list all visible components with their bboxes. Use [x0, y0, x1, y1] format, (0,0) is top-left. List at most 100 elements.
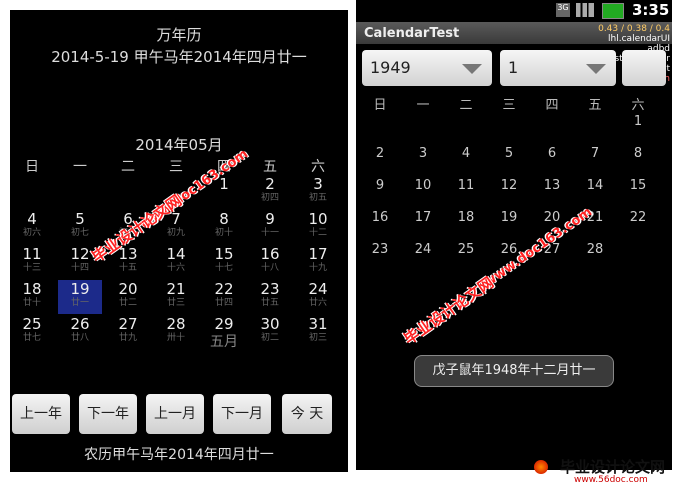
day-number: 23 — [260, 280, 280, 298]
year-spinner[interactable]: 1949 — [362, 50, 492, 86]
day-number: 26 — [70, 315, 90, 333]
day-cell[interactable]: 3 初五 — [296, 175, 340, 209]
day-cell[interactable]: 25 廿七 — [10, 315, 54, 349]
day-cell[interactable]: 28 — [575, 242, 615, 257]
weekday-label: 二 — [121, 159, 135, 175]
day-cell[interactable]: 2 — [360, 146, 400, 161]
day-cell[interactable]: 19 廿一 — [58, 280, 102, 314]
chevron-down-icon — [462, 64, 482, 74]
day-cell[interactable]: 9 — [360, 178, 400, 193]
today-lunar-line: 2014-5-19 甲午马年2014年四月廿一 — [51, 48, 307, 66]
lunar-day: 初四 — [260, 193, 279, 203]
lunar-day: 廿八 — [70, 333, 89, 343]
next-month-button[interactable]: 下一月 — [213, 394, 271, 434]
day-cell[interactable]: 8 — [618, 146, 658, 161]
prev-month-button[interactable]: 上一月 — [146, 394, 204, 434]
month-title: 2014年05月 — [135, 136, 223, 154]
day-number: 27 — [118, 315, 138, 333]
battery-icon — [602, 3, 624, 19]
day-number: 2 — [265, 175, 275, 193]
status-bar: 3G 3:35 — [356, 0, 672, 22]
weekday-label: 日 — [373, 98, 387, 113]
day-cell[interactable]: 23 — [360, 242, 400, 257]
day-cell[interactable]: 17 — [403, 210, 443, 225]
day-number: 28 — [166, 315, 186, 333]
lunar-day: 初三 — [308, 333, 327, 343]
day-number: 20 — [118, 280, 138, 298]
day-number: 19 — [70, 280, 90, 298]
lunar-day: 廿十 — [22, 298, 41, 308]
day-cell[interactable]: 1 — [618, 114, 658, 129]
month-spinner[interactable]: 1 — [500, 50, 616, 86]
lunar-day: 十二 — [308, 228, 327, 238]
day-cell[interactable]: 9 十一 — [248, 210, 292, 244]
lunar-day: 初五 — [308, 193, 327, 203]
calendar-screen-right: 3G 3:35 CalendarTest 0.43 / 0.38 / 0.4 l… — [356, 0, 672, 470]
lunar-day: 廿九 — [118, 333, 137, 343]
day-cell[interactable]: 31 初三 — [296, 315, 340, 349]
day-cell[interactable]: 19 — [489, 210, 529, 225]
day-cell[interactable]: 28 卅十 — [154, 315, 198, 349]
day-cell[interactable]: 2 初四 — [248, 175, 292, 209]
day-cell[interactable]: 8 初十 — [202, 210, 246, 244]
day-cell[interactable]: 12 — [489, 178, 529, 193]
day-cell[interactable]: 10 十二 — [296, 210, 340, 244]
next-year-button[interactable]: 下一年 — [79, 394, 137, 434]
day-cell[interactable]: 18 廿十 — [10, 280, 54, 314]
today-button[interactable]: 今 天 — [282, 394, 332, 434]
day-cell[interactable]: 22 廿四 — [202, 280, 246, 314]
day-cell[interactable]: 30 初二 — [248, 315, 292, 349]
lunar-day: 十三 — [22, 263, 41, 273]
day-cell[interactable]: 16 十八 — [248, 245, 292, 279]
day-cell[interactable]: 23 廿五 — [248, 280, 292, 314]
day-cell[interactable]: 11 — [446, 178, 486, 193]
lunar-footer: 农历甲午马年2014年四月廿一 — [84, 447, 274, 463]
day-number: 17 — [308, 245, 328, 263]
day-cell[interactable]: 17 十九 — [296, 245, 340, 279]
day-cell[interactable]: 10 — [403, 178, 443, 193]
weekday-label: 五 — [263, 159, 277, 175]
day-cell[interactable]: 13 — [532, 178, 572, 193]
day-cell[interactable]: 21 廿三 — [154, 280, 198, 314]
weekday-label: 四 — [545, 98, 559, 113]
day-cell[interactable]: 24 — [403, 242, 443, 257]
day-cell[interactable]: 29 五月 — [202, 315, 246, 350]
day-cell[interactable]: 11 十三 — [10, 245, 54, 279]
app-title: 万年历 — [156, 26, 202, 44]
day-cell[interactable]: 27 廿九 — [106, 315, 150, 349]
lunar-day: 廿五 — [260, 298, 279, 308]
day-cell[interactable]: 22 — [618, 210, 658, 225]
day-cell[interactable]: 4 — [446, 146, 486, 161]
day-cell[interactable]: 7 — [575, 146, 615, 161]
day-number: 18 — [22, 280, 42, 298]
lunar-day: 初六 — [22, 228, 41, 238]
day-spinner[interactable] — [622, 50, 666, 86]
day-number: 8 — [219, 210, 229, 228]
day-number: 16 — [260, 245, 280, 263]
day-number: 29 — [214, 315, 234, 333]
day-cell[interactable]: 14 十六 — [154, 245, 198, 279]
day-cell[interactable]: 5 — [489, 146, 529, 161]
day-cell[interactable]: 14 — [575, 178, 615, 193]
day-number: 25 — [22, 315, 42, 333]
lunar-day: 十一 — [260, 228, 279, 238]
day-cell[interactable]: 18 — [446, 210, 486, 225]
day-cell[interactable]: 5 初七 — [58, 210, 102, 244]
weekday-label: 五 — [588, 98, 602, 113]
prev-year-button[interactable]: 上一年 — [12, 394, 70, 434]
day-cell[interactable]: 15 — [618, 178, 658, 193]
day-cell[interactable]: 4 初六 — [10, 210, 54, 244]
day-number: 24 — [308, 280, 328, 298]
day-cell[interactable]: 15 十七 — [202, 245, 246, 279]
day-cell[interactable]: 3 — [403, 146, 443, 161]
day-number: 4 — [27, 210, 37, 228]
day-cell[interactable]: 26 廿八 — [58, 315, 102, 349]
day-number: 14 — [166, 245, 186, 263]
day-cell[interactable]: 6 — [532, 146, 572, 161]
day-cell[interactable]: 20 廿二 — [106, 280, 150, 314]
day-cell[interactable]: 25 — [446, 242, 486, 257]
lunar-day: 十四 — [70, 263, 89, 273]
day-cell[interactable]: 16 — [360, 210, 400, 225]
lunar-day: 初二 — [260, 333, 279, 343]
day-cell[interactable]: 24 廿六 — [296, 280, 340, 314]
